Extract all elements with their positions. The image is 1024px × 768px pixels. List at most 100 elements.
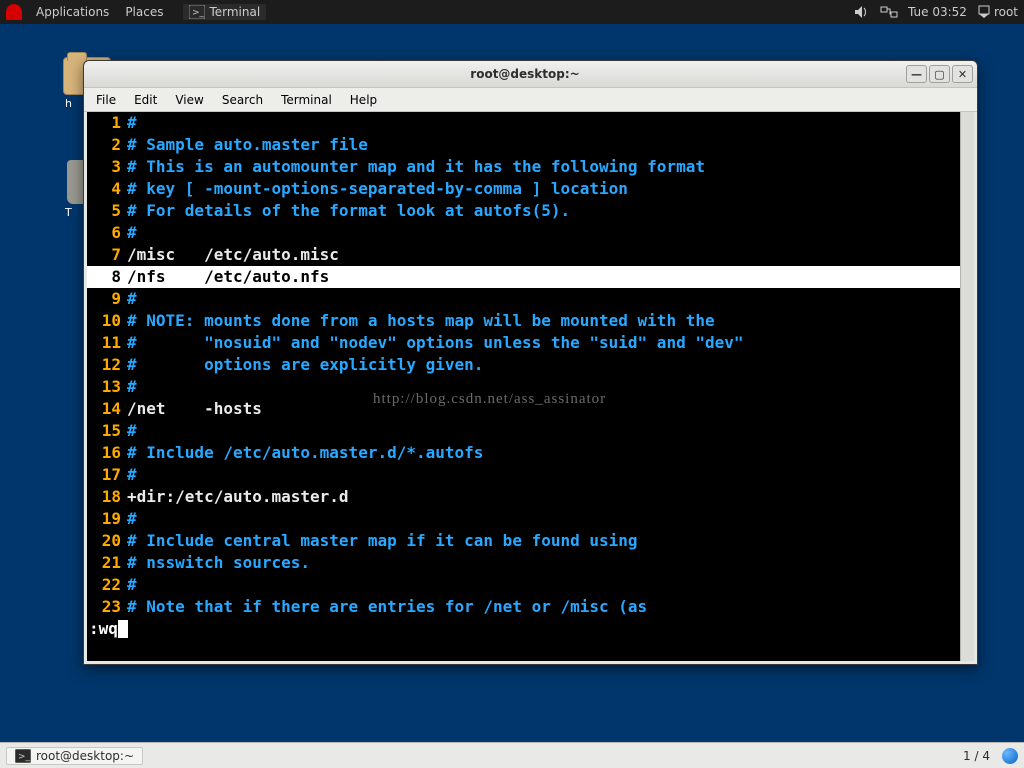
svg-text:>_: >_ [18, 752, 31, 762]
code-line: 9# [87, 288, 960, 310]
line-number: 13 [87, 376, 127, 398]
volume-icon[interactable] [854, 5, 870, 19]
line-text: # Note that if there are entries for /ne… [127, 596, 960, 618]
menu-search[interactable]: Search [214, 91, 271, 109]
line-number: 7 [87, 244, 127, 266]
line-number: 6 [87, 222, 127, 244]
line-text: # [127, 574, 960, 596]
top-panel: Applications Places >_ Terminal Tue 03:5… [0, 0, 1024, 24]
svg-text:>_: >_ [192, 8, 205, 18]
workspace-indicator[interactable]: 1 / 4 [957, 749, 996, 763]
line-number: 8 [87, 266, 127, 288]
close-button[interactable]: ✕ [952, 65, 973, 83]
line-text: # key [ -mount-options-separated-by-comm… [127, 178, 960, 200]
line-number: 12 [87, 354, 127, 376]
terminal-window: root@desktop:~ — ▢ ✕ File Edit View Sear… [83, 60, 978, 665]
menu-edit[interactable]: Edit [126, 91, 165, 109]
vim-command-line[interactable]: :wq [87, 618, 960, 640]
line-number: 11 [87, 332, 127, 354]
line-text: /misc /etc/auto.misc [127, 244, 960, 266]
line-text: # [127, 420, 960, 442]
window-titlebar[interactable]: root@desktop:~ — ▢ ✕ [84, 61, 977, 88]
code-line: 19# [87, 508, 960, 530]
code-line: 5# For details of the format look at aut… [87, 200, 960, 222]
line-text: +dir:/etc/auto.master.d [127, 486, 960, 508]
line-text: # For details of the format look at auto… [127, 200, 960, 222]
code-line: 2# Sample auto.master file [87, 134, 960, 156]
code-line: 23# Note that if there are entries for /… [87, 596, 960, 618]
show-desktop-button[interactable] [1002, 748, 1018, 764]
minimize-button[interactable]: — [906, 65, 927, 83]
code-line: 18+dir:/etc/auto.master.d [87, 486, 960, 508]
watermark-text: http://blog.csdn.net/ass_assinator [373, 388, 606, 410]
menu-terminal[interactable]: Terminal [273, 91, 340, 109]
panel-task-terminal[interactable]: >_ Terminal [183, 4, 266, 20]
code-line: 15# [87, 420, 960, 442]
line-text: # Include /etc/auto.master.d/*.autofs [127, 442, 960, 464]
system-tray: Tue 03:52 root [854, 5, 1018, 19]
code-line: 11# "nosuid" and "nodev" options unless … [87, 332, 960, 354]
terminal-icon: >_ [189, 5, 205, 19]
line-number: 4 [87, 178, 127, 200]
menu-applications[interactable]: Applications [28, 5, 117, 19]
line-text: # [127, 222, 960, 244]
scrollbar[interactable] [960, 112, 974, 661]
line-text: # [127, 112, 960, 134]
line-number: 15 [87, 420, 127, 442]
code-line: 4# key [ -mount-options-separated-by-com… [87, 178, 960, 200]
terminal-icon: >_ [15, 749, 31, 763]
line-text: # NOTE: mounts done from a hosts map wil… [127, 310, 960, 332]
line-number: 3 [87, 156, 127, 178]
line-text: # Sample auto.master file [127, 134, 960, 156]
code-line: 21# nsswitch sources. [87, 552, 960, 574]
menu-help[interactable]: Help [342, 91, 385, 109]
line-number: 5 [87, 200, 127, 222]
bottom-panel: >_ root@desktop:~ 1 / 4 [0, 742, 1024, 768]
line-number: 2 [87, 134, 127, 156]
line-text: # This is an automounter map and it has … [127, 156, 960, 178]
line-text: # options are explicitly given. [127, 354, 960, 376]
line-number: 1 [87, 112, 127, 134]
clock[interactable]: Tue 03:52 [908, 5, 967, 19]
line-number: 18 [87, 486, 127, 508]
code-line: 20# Include central master map if it can… [87, 530, 960, 552]
panel-task-label: Terminal [209, 5, 260, 19]
user-menu[interactable]: root [977, 5, 1018, 19]
menu-view[interactable]: View [167, 91, 211, 109]
code-line: 7/misc /etc/auto.misc [87, 244, 960, 266]
line-text: # [127, 508, 960, 530]
code-line: 6# [87, 222, 960, 244]
line-text: # [127, 288, 960, 310]
line-number: 19 [87, 508, 127, 530]
maximize-button[interactable]: ▢ [929, 65, 950, 83]
code-line: 1# [87, 112, 960, 134]
code-line: 16# Include /etc/auto.master.d/*.autofs [87, 442, 960, 464]
taskbar-item-terminal[interactable]: >_ root@desktop:~ [6, 747, 143, 765]
line-text: # Include central master map if it can b… [127, 530, 960, 552]
line-number: 20 [87, 530, 127, 552]
line-text: # [127, 464, 960, 486]
code-line: 8/nfs /etc/auto.nfs [87, 266, 960, 288]
line-number: 22 [87, 574, 127, 596]
menu-places[interactable]: Places [117, 5, 171, 19]
code-line: 12# options are explicitly given. [87, 354, 960, 376]
line-text: # nsswitch sources. [127, 552, 960, 574]
line-number: 23 [87, 596, 127, 618]
window-menubar: File Edit View Search Terminal Help [84, 88, 977, 112]
terminal-viewport[interactable]: 1#2# Sample auto.master file3# This is a… [87, 112, 974, 661]
code-line: 3# This is an automounter map and it has… [87, 156, 960, 178]
line-number: 17 [87, 464, 127, 486]
line-text: # "nosuid" and "nodev" options unless th… [127, 332, 960, 354]
line-number: 21 [87, 552, 127, 574]
network-icon[interactable] [880, 5, 898, 19]
line-number: 10 [87, 310, 127, 332]
code-line: 10# NOTE: mounts done from a hosts map w… [87, 310, 960, 332]
line-number: 16 [87, 442, 127, 464]
distro-icon [6, 4, 22, 20]
menu-file[interactable]: File [88, 91, 124, 109]
line-number: 14 [87, 398, 127, 420]
code-line: 17# [87, 464, 960, 486]
line-number: 9 [87, 288, 127, 310]
window-title: root@desktop:~ [144, 67, 906, 81]
line-text: /nfs /etc/auto.nfs [127, 266, 960, 288]
